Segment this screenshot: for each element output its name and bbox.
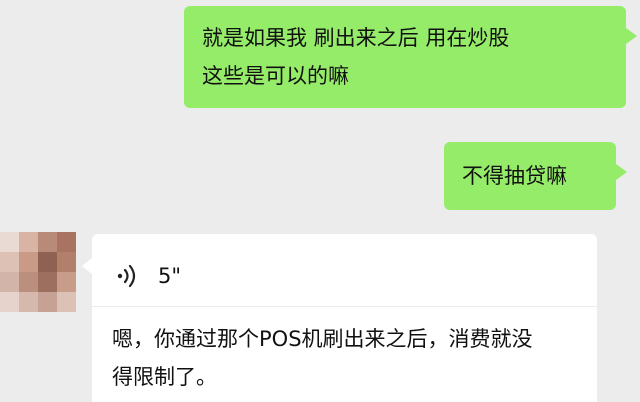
message-text-line: 就是如果我 刷出来之后 用在炒股 [202,26,510,50]
transcript-line: 嗯，你通过那个POS机刷出来之后，消费就没 [112,327,533,351]
contact-avatar[interactable] [0,232,76,312]
voice-wave-icon[interactable] [116,264,138,288]
voice-duration: 5" [158,264,182,288]
outgoing-message-bubble[interactable]: 就是如果我 刷出来之后 用在炒股 这些是可以的嘛 [184,6,637,108]
transcript-divider [92,306,597,307]
message-text-line: 不得抽贷嘛 [462,164,567,188]
voice-player[interactable]: 5" [116,260,181,292]
voice-transcript: 嗯，你通过那个POS机刷出来之后，消费就没 得限制了。 [112,320,588,396]
message-text-line: 这些是可以的嘛 [202,64,349,88]
transcript-line: 得限制了。 [112,365,217,389]
incoming-voice-message-bubble[interactable]: 5" 嗯，你通过那个POS机刷出来之后，消费就没 得限制了。 [82,234,597,402]
outgoing-message-bubble[interactable]: 不得抽贷嘛 [444,142,627,210]
